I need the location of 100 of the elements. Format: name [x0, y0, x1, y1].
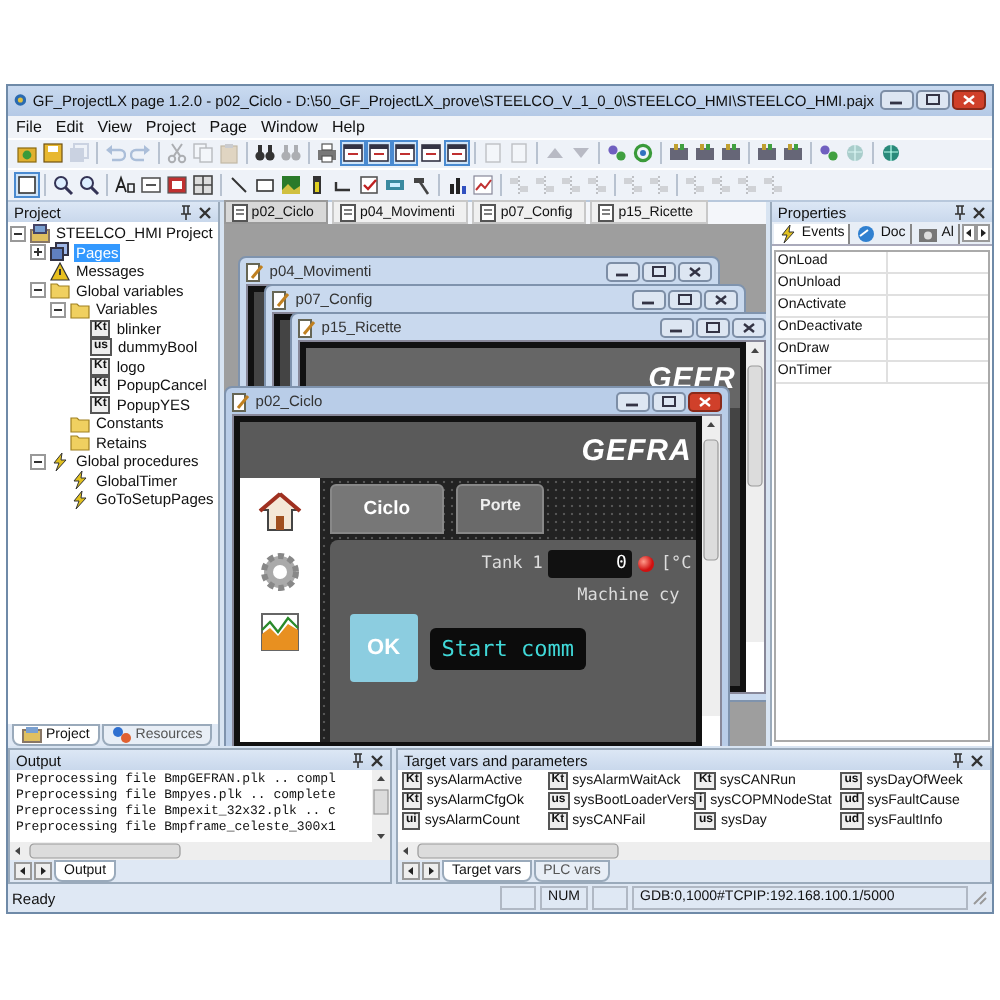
screen-tab[interactable]: Ciclo	[329, 484, 445, 535]
tool-icon	[756, 142, 778, 165]
status-pane	[500, 886, 537, 911]
menu-item[interactable]: Project	[145, 117, 196, 136]
close-icon[interactable]	[970, 753, 984, 768]
maximize-icon[interactable]	[695, 317, 730, 338]
tool-icon	[668, 142, 690, 165]
menu-item[interactable]: View	[97, 117, 132, 136]
scroll-right-button[interactable]	[976, 224, 990, 243]
folder-icon	[70, 413, 90, 434]
toolbar-button[interactable]	[356, 172, 382, 199]
folder-icon	[70, 432, 90, 453]
align-icon	[648, 174, 670, 197]
toolbar-button[interactable]	[366, 140, 392, 167]
close-icon[interactable]	[952, 90, 986, 111]
pin-icon[interactable]	[179, 204, 192, 221]
menu-item[interactable]: Page	[209, 117, 247, 136]
close-icon[interactable]	[370, 753, 384, 768]
toolbar-button[interactable]	[50, 172, 76, 199]
toolbar-button[interactable]	[138, 172, 164, 199]
redo-arrow-icon	[130, 142, 152, 165]
scissors-icon	[166, 142, 188, 165]
grid-icon	[192, 174, 214, 197]
cycle-label: Machine cy	[577, 586, 680, 607]
horizontal-scrollbar[interactable]	[398, 842, 990, 861]
minimize-icon[interactable]	[631, 289, 666, 310]
page-icon	[482, 142, 504, 165]
minimize-icon[interactable]	[615, 391, 650, 412]
gear-icon[interactable]	[257, 550, 302, 595]
tool-icon	[694, 142, 716, 165]
expand-toggle[interactable]	[30, 244, 46, 261]
close-icon[interactable]	[972, 205, 986, 220]
scroll-left-button[interactable]	[962, 224, 976, 243]
page-icon	[508, 142, 530, 165]
close-icon[interactable]	[677, 261, 712, 282]
folder-icon	[50, 280, 70, 301]
toolbar-button[interactable]	[444, 140, 470, 167]
page-icon	[598, 203, 615, 222]
tool-icon	[720, 142, 742, 165]
collapse-toggle[interactable]	[30, 453, 46, 470]
toolbar-button[interactable]	[190, 172, 216, 199]
maximize-icon[interactable]	[916, 90, 950, 111]
message-display: Start comm	[429, 627, 587, 670]
value-display: 0	[548, 550, 633, 579]
scroll-right-button[interactable]	[34, 862, 52, 881]
collapse-toggle[interactable]	[10, 225, 26, 242]
scroll-left-button[interactable]	[14, 862, 32, 881]
align-icon	[762, 174, 784, 197]
warning-icon	[50, 261, 70, 282]
screen-tab[interactable]: Porte	[456, 484, 545, 535]
pin-icon[interactable]	[352, 752, 364, 769]
house-icon[interactable]	[257, 490, 302, 535]
menu-item[interactable]: Window	[260, 117, 318, 136]
menu-item[interactable]: Help	[331, 117, 365, 136]
bar-chart-icon	[446, 174, 468, 197]
close-icon[interactable]	[731, 317, 766, 338]
pin-icon[interactable]	[952, 752, 964, 769]
minimize-icon[interactable]	[659, 317, 694, 338]
toolbar-button[interactable]	[76, 172, 102, 199]
scroll-right-button[interactable]	[422, 862, 440, 881]
vertical-scrollbar[interactable]	[372, 770, 390, 843]
toolbar-button[interactable]	[444, 172, 470, 199]
undo-arrow-icon	[104, 142, 126, 165]
lightning-icon	[50, 451, 70, 472]
toolbar-button[interactable]	[340, 140, 366, 167]
collapse-toggle[interactable]	[50, 301, 66, 318]
minimize-icon[interactable]	[605, 261, 640, 282]
toolbar-button[interactable]	[392, 140, 418, 167]
pin-icon[interactable]	[954, 204, 966, 221]
refresh-icon	[632, 142, 654, 165]
copy-icon	[192, 142, 214, 165]
menu-item[interactable]: File	[16, 117, 42, 136]
line-icon	[228, 174, 250, 197]
lightning-icon	[70, 470, 90, 491]
close-icon[interactable]	[197, 205, 212, 220]
page-icon	[231, 203, 248, 222]
close-icon[interactable]	[687, 391, 722, 412]
toolbar-button[interactable]	[14, 172, 40, 199]
maximize-icon[interactable]	[651, 391, 686, 412]
align-icon	[534, 174, 556, 197]
magnifier-icon	[78, 174, 100, 197]
toolbar-button[interactable]	[418, 140, 444, 167]
maximize-icon[interactable]	[641, 261, 676, 282]
toolbar-button[interactable]	[314, 140, 340, 167]
link-icon	[818, 142, 840, 165]
menu-item[interactable]: Edit	[55, 117, 84, 136]
project-icon	[30, 223, 50, 244]
minimize-icon[interactable]	[880, 90, 914, 111]
area-chart-icon[interactable]	[257, 610, 302, 655]
globe-icon	[844, 142, 866, 165]
toolbar-button[interactable]	[112, 172, 138, 199]
close-icon[interactable]	[703, 289, 738, 310]
align-icon	[508, 174, 530, 197]
hammer-icon	[410, 174, 432, 197]
toolbar-button[interactable]	[408, 172, 434, 199]
collapse-toggle[interactable]	[30, 282, 46, 299]
scroll-left-button[interactable]	[402, 862, 420, 881]
toolbar-button[interactable]	[164, 172, 190, 199]
maximize-icon[interactable]	[667, 289, 702, 310]
project-icon	[22, 726, 42, 745]
